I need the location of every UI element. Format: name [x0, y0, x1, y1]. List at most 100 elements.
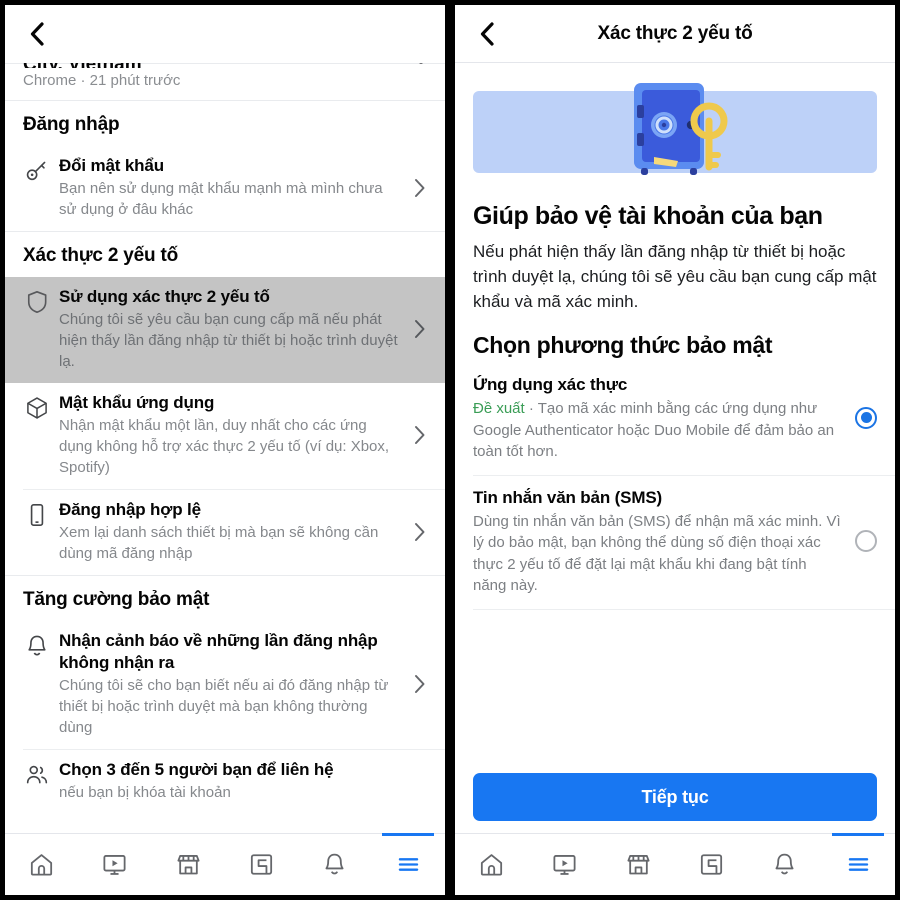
bell-icon: [325, 853, 344, 875]
continue-button[interactable]: Tiếp tục: [473, 773, 877, 821]
nav-marketplace[interactable]: [152, 834, 225, 895]
bottom-nav-left: [5, 833, 445, 895]
left-header: [5, 5, 445, 63]
chevron-right-icon: [409, 521, 431, 543]
list-item-title: Đăng nhập hợp lệ: [59, 500, 201, 519]
list-item-title: Nhận cảnh báo về những lần đăng nhập khô…: [59, 631, 378, 672]
option-title: Ứng dụng xác thực: [473, 375, 628, 394]
list-item-authorized-logins[interactable]: Đăng nhập hợp lệ Xem lại danh sách thiết…: [5, 490, 445, 575]
list-item-use-2fa[interactable]: Sử dụng xác thực 2 yếu tố Chúng tôi sẽ y…: [5, 277, 445, 383]
recent-session-row[interactable]: City, Vietnam Chrome · 21 phút trước: [5, 63, 445, 100]
right-phone-panel: Xác thực 2 yếu tố Giúp bảo vệ tài khoản …: [455, 5, 895, 895]
option-divider: [473, 608, 895, 610]
mobile-icon: [15, 499, 59, 528]
people-icon: [15, 759, 59, 788]
hamburger-icon: [848, 858, 869, 871]
home-icon: [31, 854, 53, 876]
key-icon: [15, 155, 59, 184]
list-item-subtitle: Chúng tôi sẽ cho bạn biết nếu ai đó đăng…: [59, 677, 389, 736]
right-header: Xác thực 2 yếu tố: [455, 5, 895, 63]
list-item-trusted-contacts[interactable]: Chọn 3 đến 5 người bạn để liên hệ nếu bạ…: [5, 750, 445, 814]
video-icon: [553, 855, 577, 875]
list-item-title: Chọn 3 đến 5 người bạn để liên hệ: [59, 760, 334, 779]
shield-icon: [15, 286, 59, 315]
list-item-text: Sử dụng xác thực 2 yếu tố Chúng tôi sẽ y…: [59, 286, 409, 372]
nav-menu[interactable]: [372, 834, 445, 895]
hero-heading: Giúp bảo vệ tài khoản của bạn: [473, 202, 823, 230]
panel-divider: [445, 0, 455, 900]
radio-sms[interactable]: [855, 530, 877, 552]
options-heading: Chọn phương thức bảo mật: [473, 332, 773, 358]
option-title: Tin nhắn văn bản (SMS): [473, 487, 663, 507]
list-item-text: Nhận cảnh báo về những lần đăng nhập khô…: [59, 630, 409, 738]
video-icon: [103, 855, 127, 875]
list-item-title: Mật khẩu ứng dụng: [59, 393, 215, 412]
left-scroll-body[interactable]: City, Vietnam Chrome · 21 phút trước Đăn…: [5, 63, 445, 833]
section-heading-strengthen: Tăng cường bảo mật: [23, 589, 210, 610]
right-scroll-body[interactable]: Giúp bảo vệ tài khoản của bạn Nếu phát h…: [455, 63, 895, 763]
list-item-text: Chọn 3 đến 5 người bạn để liên hệ nếu bạ…: [59, 759, 431, 803]
list-item-subtitle: Chúng tôi sẽ yêu cầu bạn cung cấp mã nếu…: [59, 311, 398, 370]
marketplace-icon: [177, 855, 200, 875]
list-item-subtitle: Nhận mật khẩu một lần, duy nhất cho các …: [59, 417, 390, 476]
nav-groups[interactable]: [225, 834, 298, 895]
list-item-subtitle: nếu bạn bị khóa tài khoản: [59, 784, 231, 801]
bottom-nav-right: [455, 833, 895, 895]
chevron-right-icon: [409, 177, 431, 199]
chevron-right-icon: [409, 673, 431, 695]
option-subtitle: Đề xuất · Tạo mã xác minh bằng các ứng d…: [473, 398, 841, 463]
bell-icon: [775, 853, 794, 875]
hero-illustration: [473, 77, 877, 185]
option-text: Tin nhắn văn bản (SMS) Dùng tin nhắn văn…: [473, 486, 855, 597]
option-sms[interactable]: Tin nhắn văn bản (SMS) Dùng tin nhắn văn…: [455, 476, 895, 609]
groups-icon: [701, 854, 723, 875]
chevron-left-icon: [30, 22, 44, 46]
nav-watch[interactable]: [78, 834, 151, 895]
back-button-right[interactable]: [463, 10, 511, 58]
cube-icon: [15, 392, 59, 421]
list-item-change-password[interactable]: Đổi mật khẩu Bạn nên sử dụng mật khẩu mạ…: [5, 146, 445, 231]
nav-notifications[interactable]: [748, 834, 821, 895]
page-title: Xác thực 2 yếu tố: [597, 22, 753, 44]
groups-icon: [251, 854, 273, 875]
list-item-subtitle: Bạn nên sử dụng mật khẩu mạnh mà mình ch…: [59, 180, 383, 218]
left-phone-panel: City, Vietnam Chrome · 21 phút trước Đăn…: [5, 5, 445, 895]
list-item-app-password[interactable]: Mật khẩu ứng dụng Nhận mật khẩu một lần,…: [5, 383, 445, 489]
nav-watch[interactable]: [528, 834, 601, 895]
option-separator: ·: [524, 400, 538, 417]
list-item-title: Đổi mật khẩu: [59, 156, 164, 175]
back-button-left[interactable]: [13, 10, 61, 58]
list-item-text: Đổi mật khẩu Bạn nên sử dụng mật khẩu mạ…: [59, 155, 409, 220]
safe-vault-with-key-illustration: [634, 83, 728, 175]
hamburger-icon: [398, 858, 419, 871]
section-heading-2fa: Xác thực 2 yếu tố: [23, 245, 179, 266]
nav-notifications[interactable]: [298, 834, 371, 895]
list-item-login-alerts[interactable]: Nhận cảnh báo về những lần đăng nhập khô…: [5, 621, 445, 749]
marketplace-icon: [627, 855, 650, 875]
session-location: City, Vietnam: [23, 63, 427, 68]
cta-container: Tiếp tục: [455, 763, 895, 833]
nav-menu[interactable]: [822, 834, 895, 895]
chevron-right-icon: [409, 424, 431, 446]
dual-screenshot-frame: City, Vietnam Chrome · 21 phút trước Đăn…: [0, 0, 900, 900]
hero-paragraph: Nếu phát hiện thấy lần đăng nhập từ thiế…: [473, 242, 877, 311]
chevron-left-icon: [480, 21, 494, 46]
list-item-subtitle: Xem lại danh sách thiết bị mà bạn sẽ khô…: [59, 524, 379, 562]
option-auth-app[interactable]: Ứng dụng xác thực Đề xuất · Tạo mã xác m…: [455, 363, 895, 475]
list-item-text: Đăng nhập hợp lệ Xem lại danh sách thiết…: [59, 499, 409, 564]
nav-home[interactable]: [455, 834, 528, 895]
nav-home[interactable]: [5, 834, 78, 895]
option-text: Ứng dụng xác thực Đề xuất · Tạo mã xác m…: [473, 373, 855, 463]
home-icon: [481, 854, 503, 876]
bell-icon: [15, 630, 59, 659]
nav-groups[interactable]: [675, 834, 748, 895]
chevron-right-icon: [409, 318, 431, 340]
session-meta: Chrome · 21 phút trước: [23, 72, 181, 89]
section-heading-login: Đăng nhập: [23, 114, 120, 135]
recommended-badge: Đề xuất: [473, 400, 525, 417]
option-subtitle: Dùng tin nhắn văn bản (SMS) để nhận mã x…: [473, 512, 841, 595]
nav-marketplace[interactable]: [602, 834, 675, 895]
radio-auth-app[interactable]: [855, 406, 877, 429]
list-item-title: Sử dụng xác thực 2 yếu tố: [59, 287, 270, 306]
list-item-text: Mật khẩu ứng dụng Nhận mật khẩu một lần,…: [59, 392, 409, 478]
